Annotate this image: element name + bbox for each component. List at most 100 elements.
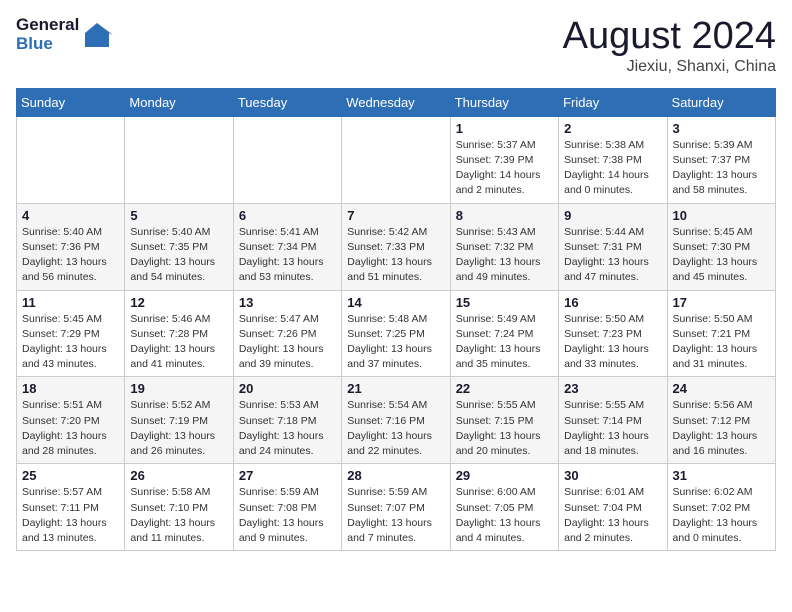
col-thursday: Thursday xyxy=(450,88,558,116)
day-number: 21 xyxy=(347,381,444,396)
day-info: Sunrise: 5:37 AMSunset: 7:39 PMDaylight:… xyxy=(456,138,553,199)
calendar-cell: 16Sunrise: 5:50 AMSunset: 7:23 PMDayligh… xyxy=(559,290,667,377)
calendar-cell: 15 Sunrise: 5:49 AMSunset: 7:24 PMDayligh… xyxy=(450,290,558,377)
day-info: Sunrise: 5:51 AMSunset: 7:20 PMDaylight:… xyxy=(22,398,119,459)
month-title: August 2024 xyxy=(563,16,776,58)
calendar-cell: 28Sunrise: 5:59 AMSunset: 7:07 PMDayligh… xyxy=(342,464,450,551)
calendar-week-3: 11 Sunrise: 5:45 AMSunset: 7:29 PMDayligh… xyxy=(17,290,776,377)
day-info: Sunrise: 5:44 AMSunset: 7:31 PMDaylight:… xyxy=(564,225,661,286)
day-info: Sunrise: 5:42 AMSunset: 7:33 PMDaylight:… xyxy=(347,225,444,286)
calendar-cell: 9 Sunrise: 5:44 AMSunset: 7:31 PMDaylight… xyxy=(559,203,667,290)
calendar-cell: 26Sunrise: 5:58 AMSunset: 7:10 PMDayligh… xyxy=(125,464,233,551)
day-info: Sunrise: 5:55 AMSunset: 7:15 PMDaylight:… xyxy=(456,398,553,459)
day-info: Sunrise: 5:54 AMSunset: 7:16 PMDaylight:… xyxy=(347,398,444,459)
day-number: 20 xyxy=(239,381,336,396)
calendar-cell: 10Sunrise: 5:45 AMSunset: 7:30 PMDayligh… xyxy=(667,203,775,290)
calendar-cell: 21 Sunrise: 5:54 AMSunset: 7:16 PMDayligh… xyxy=(342,377,450,464)
calendar-cell xyxy=(17,116,125,203)
day-info: Sunrise: 5:40 AMSunset: 7:35 PMDaylight:… xyxy=(130,225,227,286)
calendar-cell: 30Sunrise: 6:01 AMSunset: 7:04 PMDayligh… xyxy=(559,464,667,551)
day-info: Sunrise: 5:48 AMSunset: 7:25 PMDaylight:… xyxy=(347,312,444,373)
day-number: 11 xyxy=(22,295,119,310)
calendar-cell xyxy=(233,116,341,203)
calendar-cell: 3Sunrise: 5:39 AMSunset: 7:37 PMDaylight… xyxy=(667,116,775,203)
day-number: 7 xyxy=(347,208,444,223)
day-number: 17 xyxy=(673,295,770,310)
location: Jiexiu, Shanxi, China xyxy=(563,58,776,76)
day-info: Sunrise: 5:41 AMSunset: 7:34 PMDaylight:… xyxy=(239,225,336,286)
calendar-cell: 2Sunrise: 5:38 AMSunset: 7:38 PMDaylight… xyxy=(559,116,667,203)
logo-line2: Blue xyxy=(16,35,79,54)
day-info: Sunrise: 5:39 AMSunset: 7:37 PMDaylight:… xyxy=(673,138,770,199)
day-info: Sunrise: 5:59 AMSunset: 7:08 PMDaylight:… xyxy=(239,485,336,546)
day-number: 23 xyxy=(564,381,661,396)
day-info: Sunrise: 5:57 AMSunset: 7:11 PMDaylight:… xyxy=(22,485,119,546)
logo-line1: General xyxy=(16,16,79,35)
calendar-cell: 24Sunrise: 5:56 AMSunset: 7:12 PMDayligh… xyxy=(667,377,775,464)
day-number: 4 xyxy=(22,208,119,223)
calendar-week-2: 4 Sunrise: 5:40 AMSunset: 7:36 PMDaylight… xyxy=(17,203,776,290)
calendar-cell: 6Sunrise: 5:41 AMSunset: 7:34 PMDaylight… xyxy=(233,203,341,290)
day-info: Sunrise: 5:46 AMSunset: 7:28 PMDaylight:… xyxy=(130,312,227,373)
calendar-cell: 25Sunrise: 5:57 AMSunset: 7:11 PMDayligh… xyxy=(17,464,125,551)
day-info: Sunrise: 5:59 AMSunset: 7:07 PMDaylight:… xyxy=(347,485,444,546)
calendar-cell: 14 Sunrise: 5:48 AMSunset: 7:25 PMDayligh… xyxy=(342,290,450,377)
calendar-cell xyxy=(125,116,233,203)
logo-text: General Blue xyxy=(16,16,113,53)
calendar-cell: 1 Sunrise: 5:37 AMSunset: 7:39 PMDaylight… xyxy=(450,116,558,203)
col-wednesday: Wednesday xyxy=(342,88,450,116)
day-number: 9 xyxy=(564,208,661,223)
calendar-cell: 27 Sunrise: 5:59 AMSunset: 7:08 PMDayligh… xyxy=(233,464,341,551)
calendar-cell: 11 Sunrise: 5:45 AMSunset: 7:29 PMDayligh… xyxy=(17,290,125,377)
calendar-cell: 22 Sunrise: 5:55 AMSunset: 7:15 PMDayligh… xyxy=(450,377,558,464)
calendar-week-4: 18 Sunrise: 5:51 AMSunset: 7:20 PMDayligh… xyxy=(17,377,776,464)
day-number: 1 xyxy=(456,121,553,136)
col-monday: Monday xyxy=(125,88,233,116)
day-number: 29 xyxy=(456,468,553,483)
day-number: 31 xyxy=(673,468,770,483)
day-number: 19 xyxy=(130,381,227,396)
title-block: August 2024 Jiexiu, Shanxi, China xyxy=(563,16,776,76)
calendar-week-5: 25Sunrise: 5:57 AMSunset: 7:11 PMDayligh… xyxy=(17,464,776,551)
calendar-cell: 17 Sunrise: 5:50 AMSunset: 7:21 PMDayligh… xyxy=(667,290,775,377)
day-info: Sunrise: 5:55 AMSunset: 7:14 PMDaylight:… xyxy=(564,398,661,459)
day-number: 15 xyxy=(456,295,553,310)
page-wrapper: General Blue August 2024 Jiexiu, Shanxi,… xyxy=(16,16,776,551)
day-number: 14 xyxy=(347,295,444,310)
calendar-cell: 13 Sunrise: 5:47 AMSunset: 7:26 PMDayligh… xyxy=(233,290,341,377)
day-info: Sunrise: 5:40 AMSunset: 7:36 PMDaylight:… xyxy=(22,225,119,286)
day-number: 5 xyxy=(130,208,227,223)
day-info: Sunrise: 5:47 AMSunset: 7:26 PMDaylight:… xyxy=(239,312,336,373)
calendar-header-row: Sunday Monday Tuesday Wednesday Thursday… xyxy=(17,88,776,116)
day-number: 22 xyxy=(456,381,553,396)
calendar-cell: 8 Sunrise: 5:43 AMSunset: 7:32 PMDaylight… xyxy=(450,203,558,290)
day-number: 13 xyxy=(239,295,336,310)
day-info: Sunrise: 5:43 AMSunset: 7:32 PMDaylight:… xyxy=(456,225,553,286)
calendar-cell: 31Sunrise: 6:02 AMSunset: 7:02 PMDayligh… xyxy=(667,464,775,551)
calendar-cell: 29 Sunrise: 6:00 AMSunset: 7:05 PMDayligh… xyxy=(450,464,558,551)
day-info: Sunrise: 5:56 AMSunset: 7:12 PMDaylight:… xyxy=(673,398,770,459)
day-number: 27 xyxy=(239,468,336,483)
day-number: 16 xyxy=(564,295,661,310)
day-number: 30 xyxy=(564,468,661,483)
day-info: Sunrise: 5:50 AMSunset: 7:21 PMDaylight:… xyxy=(673,312,770,373)
calendar-cell: 18 Sunrise: 5:51 AMSunset: 7:20 PMDayligh… xyxy=(17,377,125,464)
day-number: 18 xyxy=(22,381,119,396)
day-info: Sunrise: 5:45 AMSunset: 7:29 PMDaylight:… xyxy=(22,312,119,373)
day-number: 12 xyxy=(130,295,227,310)
day-info: Sunrise: 5:45 AMSunset: 7:30 PMDaylight:… xyxy=(673,225,770,286)
logo: General Blue xyxy=(16,16,113,53)
calendar-cell xyxy=(342,116,450,203)
header: General Blue August 2024 Jiexiu, Shanxi,… xyxy=(16,16,776,76)
calendar-cell: 7 Sunrise: 5:42 AMSunset: 7:33 PMDaylight… xyxy=(342,203,450,290)
day-info: Sunrise: 5:58 AMSunset: 7:10 PMDaylight:… xyxy=(130,485,227,546)
calendar-cell: 5 Sunrise: 5:40 AMSunset: 7:35 PMDaylight… xyxy=(125,203,233,290)
calendar-week-1: 1 Sunrise: 5:37 AMSunset: 7:39 PMDaylight… xyxy=(17,116,776,203)
col-saturday: Saturday xyxy=(667,88,775,116)
day-info: Sunrise: 5:49 AMSunset: 7:24 PMDaylight:… xyxy=(456,312,553,373)
day-number: 8 xyxy=(456,208,553,223)
col-tuesday: Tuesday xyxy=(233,88,341,116)
calendar-cell: 4 Sunrise: 5:40 AMSunset: 7:36 PMDaylight… xyxy=(17,203,125,290)
day-info: Sunrise: 6:00 AMSunset: 7:05 PMDaylight:… xyxy=(456,485,553,546)
logo-icon xyxy=(81,19,113,51)
